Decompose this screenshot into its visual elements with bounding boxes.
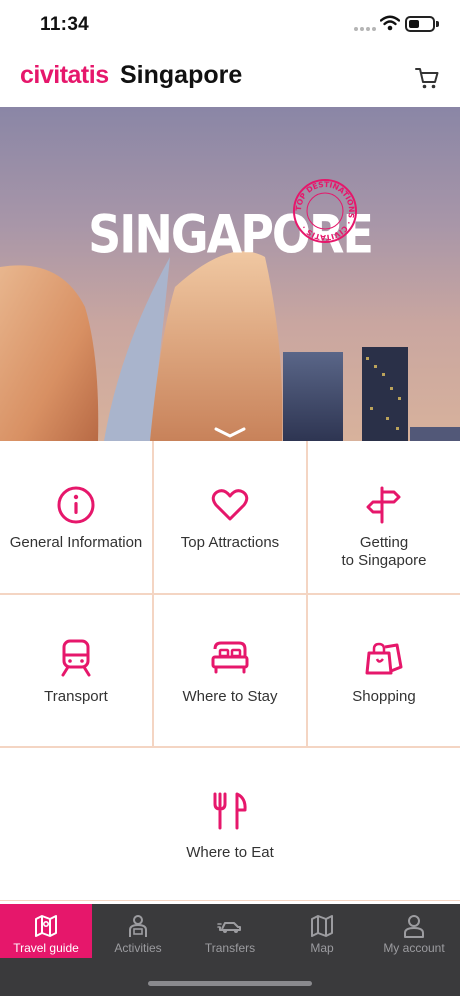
menu-general-information[interactable]: General Information (0, 441, 152, 593)
tab-label: My account (383, 941, 445, 955)
tab-my-account[interactable]: My account (368, 904, 460, 958)
menu-transport[interactable]: Transport (0, 595, 152, 746)
battery-icon (405, 16, 439, 32)
hero-skyline-image (0, 251, 460, 441)
hero-banner: SINGAPORE TOP DESTINATIONS · CIVITATIS · (0, 107, 460, 441)
menu-where-to-stay[interactable]: Where to Stay (154, 595, 306, 746)
tab-activities[interactable]: Activities (92, 904, 184, 958)
tab-label: Activities (114, 941, 162, 955)
menu-label: Where to Eat (186, 844, 274, 861)
info-icon (57, 486, 95, 524)
menu-where-to-eat[interactable]: Where to Eat (0, 748, 460, 900)
page-title: Singapore (120, 61, 243, 89)
folded-map-icon (311, 915, 333, 937)
tab-map[interactable]: Map (276, 904, 368, 958)
signal-icon (354, 27, 376, 31)
menu-label: Shopping (352, 688, 416, 705)
tab-label: Transfers (204, 941, 256, 955)
map-icon (35, 915, 57, 937)
tab-transfers[interactable]: Transfers (184, 904, 276, 958)
hero-title: SINGAPORE (88, 202, 374, 266)
top-destinations-stamp: TOP DESTINATIONS · CIVITATIS · (293, 179, 357, 243)
menu-getting-to-singapore[interactable]: Getting to Singapore (308, 441, 460, 593)
guide-person-icon (129, 915, 147, 937)
heart-icon (211, 489, 249, 521)
civitatis-logo: civitatis (20, 61, 109, 89)
menu-label: Getting to Singapore (341, 534, 427, 569)
cart-icon[interactable] (414, 65, 440, 91)
tab-label: Map (310, 941, 334, 955)
menu-label: Top Attractions (180, 534, 280, 551)
fork-knife-icon (213, 792, 247, 830)
app-header: civitatis Singapore (0, 50, 460, 107)
tab-label: Travel guide (13, 941, 79, 955)
home-indicator (148, 981, 312, 986)
menu-label: General Information (9, 534, 143, 551)
tab-travel-guide[interactable]: Travel guide (0, 904, 92, 958)
menu-label: Transport (44, 688, 108, 705)
menu-top-attractions[interactable]: Top Attractions (154, 441, 306, 593)
wifi-icon (380, 15, 400, 31)
chevron-down-icon[interactable] (214, 427, 246, 439)
signpost-icon (366, 486, 401, 524)
bed-icon (211, 641, 249, 674)
menu-label: Where to Stay (182, 688, 278, 705)
menu-shopping[interactable]: Shopping (308, 595, 460, 746)
car-icon (217, 922, 241, 933)
shopping-bags-icon (365, 642, 403, 675)
train-icon (61, 639, 91, 677)
guide-menu-grid: General Information Top Attractions Gett… (0, 441, 460, 901)
status-time: 11:34 (40, 14, 90, 35)
user-icon (404, 915, 424, 938)
status-bar: 11:34 (0, 0, 460, 50)
